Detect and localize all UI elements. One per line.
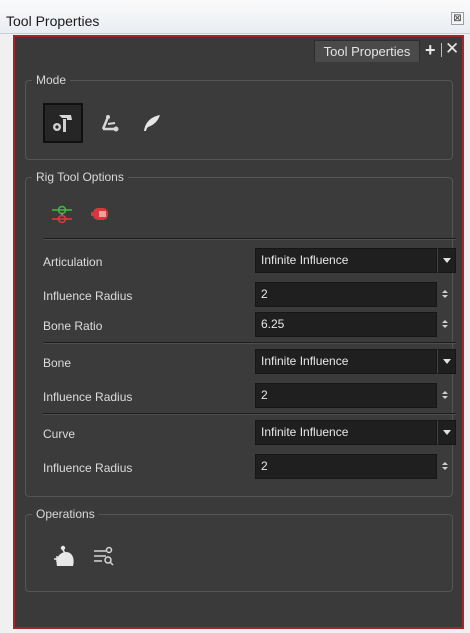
curve-icon-button[interactable]: [88, 202, 112, 226]
bone-influence-radius-label: Influence Radius: [43, 390, 133, 404]
bone-label: Bone: [43, 356, 72, 370]
window-close-icon[interactable]: ⊠: [451, 12, 464, 25]
articulation-influence-radius-label: Influence Radius: [43, 289, 133, 303]
transform-tool-button[interactable]: [89, 103, 129, 143]
panel-tab-bar: Tool Properties + ✕: [15, 37, 462, 63]
tab-tool-properties[interactable]: Tool Properties: [314, 40, 420, 62]
operations-group: Operations: [25, 507, 453, 592]
rig-tool-button[interactable]: [43, 103, 83, 143]
curve-icon: [91, 208, 108, 220]
rig-tool-icon: [53, 115, 72, 132]
create-deformation-icon: [54, 545, 74, 566]
window-titlebar: Tool Properties ⊠: [0, 0, 470, 34]
bone-icon: [52, 205, 72, 224]
curve-influence-radius-label: Influence Radius: [43, 461, 133, 475]
articulation-dropdown-icon[interactable]: [437, 248, 456, 273]
articulation-influence-radius-spinner[interactable]: [440, 282, 452, 307]
bone-dropdown-icon[interactable]: [437, 349, 456, 374]
add-view-icon[interactable]: +: [425, 41, 436, 59]
curve-label: Curve: [43, 427, 76, 441]
curve-influence-radius-input[interactable]: 2: [255, 454, 437, 479]
group-line: [82, 80, 106, 81]
curve-influence-radius-spinner[interactable]: [440, 454, 452, 479]
mode-group: Mode: [25, 73, 453, 160]
bone-select[interactable]: Infinite Influence: [255, 349, 437, 374]
convert-deformation-icon: [94, 546, 114, 566]
rig-tool-options-group: Rig Tool Options Articulation Infinite I…: [25, 170, 456, 497]
close-view-icon[interactable]: ✕: [445, 40, 459, 58]
deform-tool-button[interactable]: [132, 103, 172, 143]
options-divider: [43, 342, 456, 344]
convert-deformation-button[interactable]: [88, 541, 118, 571]
bone-influence-radius-input[interactable]: 2: [255, 383, 437, 408]
group-line: [112, 514, 440, 515]
create-deformation-button[interactable]: [50, 541, 80, 571]
mode-group-label: Mode: [32, 73, 71, 87]
tab-separator: [441, 43, 442, 57]
articulation-select[interactable]: Infinite Influence: [255, 248, 437, 273]
deform-tool-icon: [144, 115, 160, 131]
transform-tool-icon: [101, 115, 119, 132]
bone-icon-button[interactable]: [50, 202, 74, 226]
articulation-influence-radius-input[interactable]: 2: [255, 282, 437, 307]
window-title: Tool Properties: [6, 13, 100, 29]
curve-dropdown-icon[interactable]: [437, 420, 456, 445]
options-divider: [43, 413, 456, 415]
group-line: [136, 177, 440, 178]
operations-group-label: Operations: [32, 507, 99, 521]
bone-influence-radius-spinner[interactable]: [440, 383, 452, 408]
curve-select[interactable]: Infinite Influence: [255, 420, 437, 445]
options-divider: [43, 238, 456, 240]
tool-properties-panel: Tool Properties + ✕ Mode Rig Tool Option…: [13, 35, 464, 629]
bone-ratio-spinner[interactable]: [440, 312, 452, 337]
bone-ratio-input[interactable]: 6.25: [255, 312, 437, 337]
rig-tool-options-label: Rig Tool Options: [32, 170, 128, 184]
bone-ratio-label: Bone Ratio: [43, 319, 103, 333]
articulation-label: Articulation: [43, 255, 103, 269]
